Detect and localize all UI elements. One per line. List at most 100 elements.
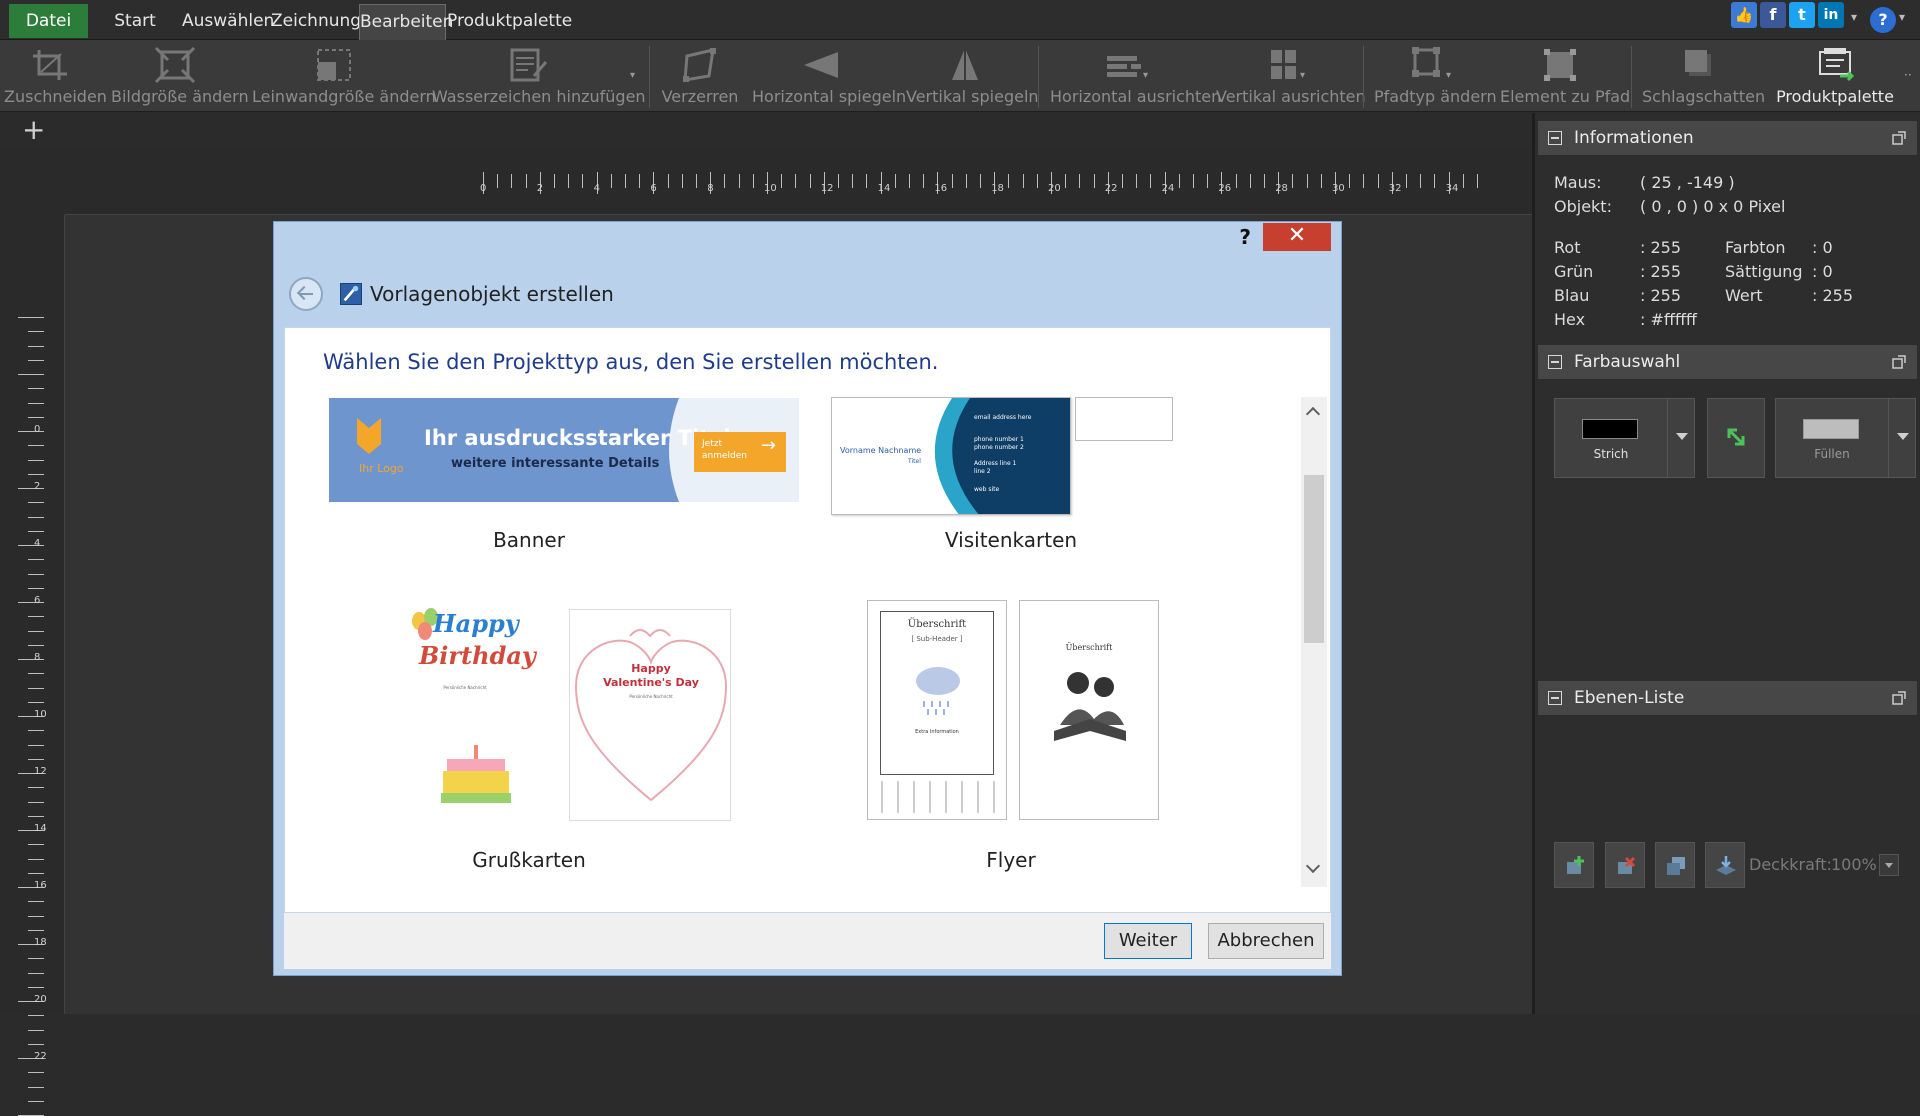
collapse-icon[interactable] (1548, 355, 1562, 369)
swap-colors-button[interactable] (1707, 398, 1765, 478)
scrollbar-thumb[interactable] (1304, 475, 1324, 643)
add-tab-icon[interactable]: + (22, 115, 45, 145)
layers-panel-header[interactable]: Ebenen-Liste (1538, 681, 1917, 715)
ruler-tick (1193, 174, 1194, 188)
ruler-tick (28, 815, 44, 817)
undock-icon[interactable] (1891, 130, 1907, 146)
ruler-tick (28, 630, 44, 632)
stroke-label: Strich (1593, 447, 1629, 461)
menu-datei[interactable]: Datei (9, 4, 88, 38)
flip-vertical-button[interactable]: Vertikal spiegeln (906, 40, 1039, 112)
opacity-dropdown[interactable] (1879, 854, 1899, 876)
back-arrow-icon[interactable] (289, 277, 323, 311)
right-panel: Informationen Maus: ( 25 , -149 ) Objekt… (1535, 113, 1920, 1014)
fill-color-swatch[interactable]: Füllen (1775, 398, 1889, 478)
color-panel-header[interactable]: Farbauswahl (1538, 345, 1917, 379)
menu-start[interactable]: Start (110, 6, 160, 36)
align-horizontal-button[interactable]: Horizontal ausrichten (1050, 40, 1221, 112)
ruler-tick (1178, 174, 1180, 188)
align-vertical-button[interactable]: Vertikal ausrichten (1216, 40, 1366, 112)
fill-dropdown[interactable] (1888, 398, 1916, 478)
scroll-up-icon[interactable] (1305, 406, 1321, 422)
chevron-down-icon[interactable]: ▾ (1899, 10, 1905, 24)
collapse-icon[interactable] (1548, 691, 1562, 705)
banner-subtitle: weitere interessante Details (451, 456, 660, 471)
path-type-button[interactable]: Pfadtyp ändern (1374, 40, 1497, 112)
help-icon[interactable]: ? (1239, 225, 1251, 249)
menu-auswaehlen[interactable]: Auswählen (182, 6, 274, 36)
close-button[interactable]: ✕ (1263, 223, 1331, 251)
template-banner[interactable]: Ihr ausdrucksstarker Titel weitere inter… (329, 398, 799, 502)
delete-layer-button[interactable] (1605, 842, 1645, 888)
twitter-icon[interactable]: t (1789, 2, 1815, 28)
template-greeting-cards[interactable]: Happy Birthday Persönliche Nachricht Hap… (397, 581, 741, 831)
opacity-value[interactable]: 100% (1831, 855, 1877, 874)
info-panel-header[interactable]: Informationen (1538, 121, 1917, 155)
like-icon[interactable]: 👍 (1731, 2, 1757, 28)
menu-bar: Datei Start Auswählen Zeichnung Bearbeit… (0, 0, 1920, 40)
ruler-tick (1207, 174, 1209, 188)
distort-button[interactable]: Verzerren (660, 40, 740, 112)
green-value: : 255 (1640, 262, 1682, 281)
add-layer-button[interactable] (1554, 842, 1594, 888)
ruler-tick (752, 174, 754, 188)
fill-color-preview (1803, 419, 1859, 439)
ruler-tick (28, 1015, 44, 1017)
facebook-icon[interactable]: f (1760, 2, 1786, 28)
ruler-tick (1292, 174, 1294, 188)
menu-zeichnung[interactable]: Zeichnung (271, 6, 361, 36)
cancel-button[interactable]: Abbrechen (1208, 923, 1324, 959)
crop-button[interactable]: Zuschneiden (4, 40, 107, 112)
card-website: web site (974, 486, 1000, 493)
chevron-down-icon[interactable]: ▾ (1300, 70, 1305, 81)
red-value: : 255 (1640, 238, 1682, 257)
ruler-tick (18, 317, 44, 318)
duplicate-layer-button[interactable] (1655, 842, 1695, 888)
undock-icon[interactable] (1891, 354, 1907, 370)
drop-shadow-button[interactable]: Schlagschatten (1642, 40, 1765, 112)
ruler-tick (28, 872, 44, 874)
template-business-cards[interactable]: Vorname Nachname Titel email address her… (831, 397, 1173, 525)
ruler-tick (28, 972, 44, 974)
chevron-down-icon[interactable]: ▾ (1851, 10, 1857, 24)
distort-icon (683, 48, 716, 82)
chevron-down-icon[interactable]: ▾ (630, 70, 635, 81)
watermark-icon (510, 48, 548, 82)
collapse-icon[interactable] (1548, 131, 1562, 145)
stroke-color-swatch[interactable]: Strich (1554, 398, 1668, 478)
linkedin-icon[interactable]: in (1818, 2, 1844, 28)
menu-produktpalette[interactable]: Produktpalette (447, 6, 572, 36)
menu-bearbeiten[interactable]: Bearbeiten (359, 4, 453, 40)
hue-label: Farbton (1725, 238, 1786, 257)
flip-horizontal-button[interactable]: Horizontal spiegeln (752, 40, 906, 112)
ruler-tick (866, 174, 868, 188)
chevron-down-icon[interactable]: ▾ (1143, 70, 1148, 81)
toolbar-separator (1038, 46, 1039, 108)
resize-image-button[interactable]: Bildgröße ändern (111, 40, 249, 112)
merge-layer-button[interactable] (1705, 842, 1745, 888)
help-icon[interactable]: ? (1870, 7, 1896, 33)
template-scrollbar[interactable] (1301, 397, 1327, 887)
watermark-button[interactable]: Wasserzeichen hinzufügen (432, 40, 646, 112)
ruler-tick (28, 787, 44, 789)
element-to-path-button[interactable]: Element zu Pfad (1500, 40, 1630, 112)
saturation-value: : 0 (1812, 262, 1833, 281)
ruler-tick (28, 858, 44, 860)
ruler-tick (568, 174, 570, 188)
scroll-down-icon[interactable] (1305, 858, 1321, 874)
next-button[interactable]: Weiter (1104, 923, 1192, 959)
ruler-label: 24 (1161, 183, 1175, 194)
toolbar-overflow-icon[interactable]: ·· (1904, 68, 1912, 82)
chevron-down-icon (1897, 433, 1909, 440)
undock-icon[interactable] (1891, 690, 1907, 706)
canvas-size-button[interactable]: Leinwandgröße ändern (252, 40, 436, 112)
ruler-tick (28, 901, 44, 903)
stroke-dropdown[interactable] (1667, 398, 1695, 478)
template-flyer[interactable]: Überschrift [ Sub-Header ] Extra Informa… (867, 600, 1159, 820)
ruler-tick (28, 388, 44, 390)
blue-label: Blau (1554, 286, 1590, 305)
template-object-icon (340, 283, 362, 305)
product-palette-button[interactable]: Produktpalette (1770, 40, 1900, 112)
chevron-down-icon[interactable]: ▾ (1446, 70, 1451, 81)
ruler-tick (511, 174, 513, 188)
